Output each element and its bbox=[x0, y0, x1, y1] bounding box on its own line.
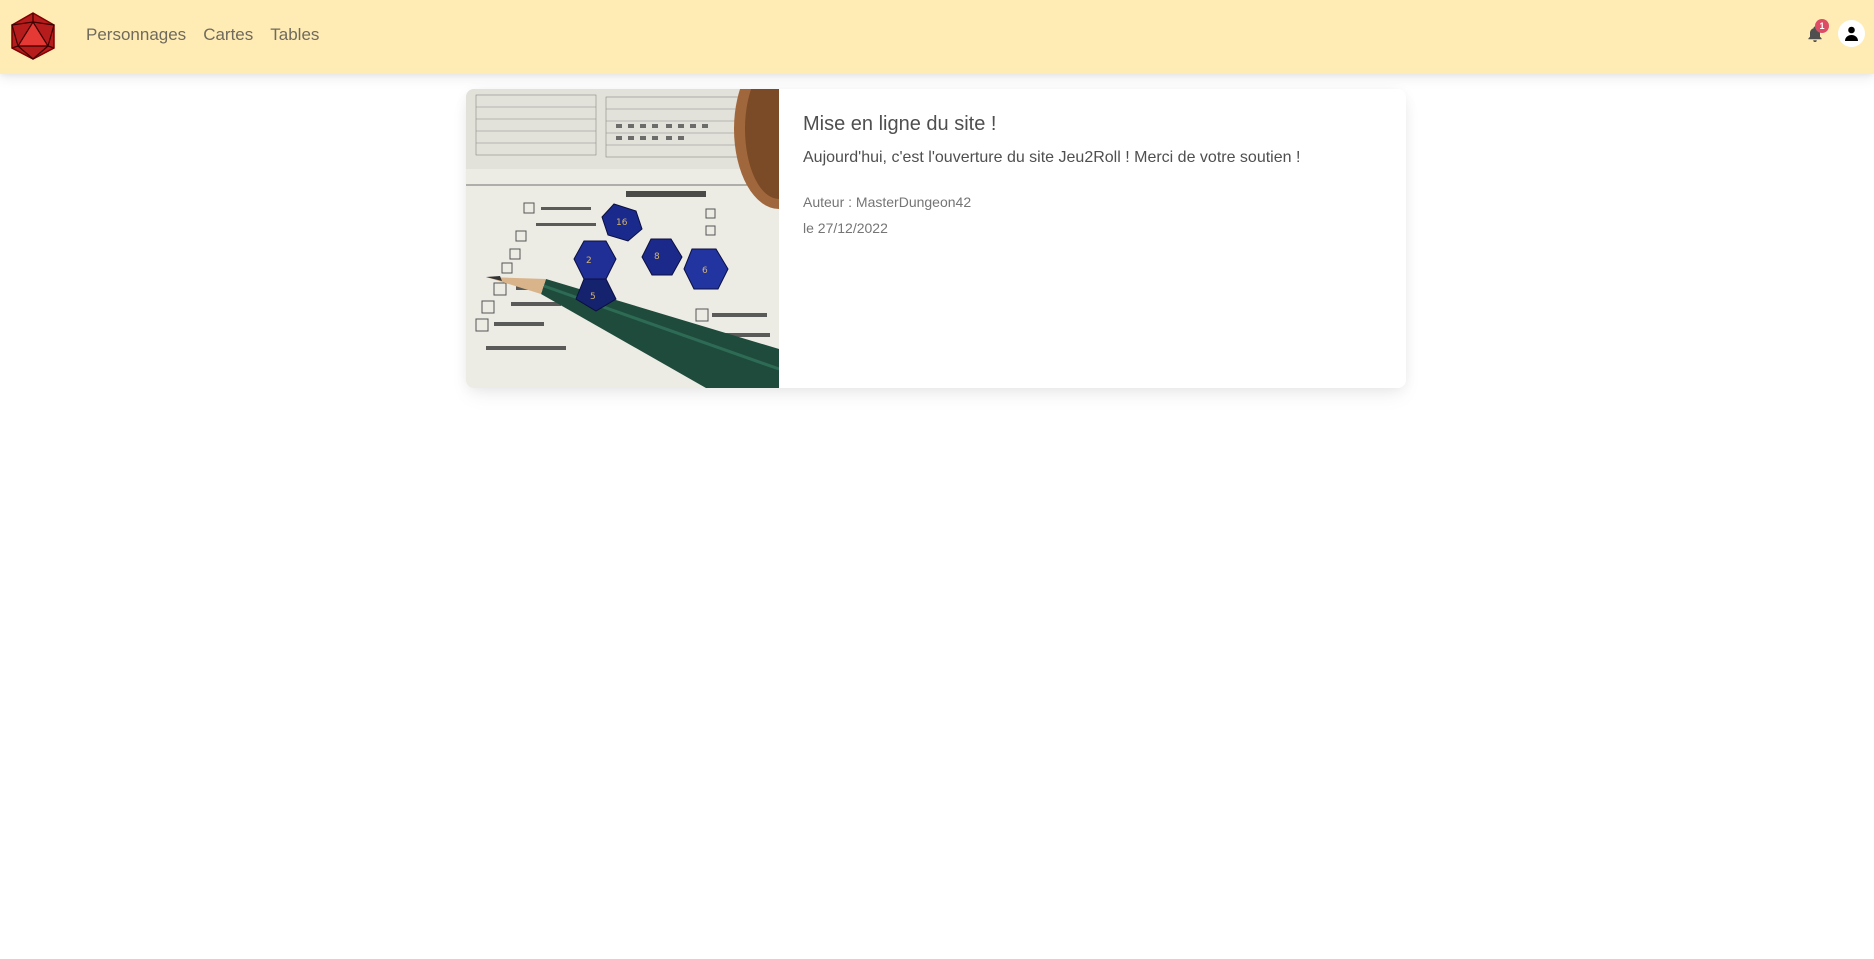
nav-link-cartes[interactable]: Cartes bbox=[203, 25, 253, 45]
user-menu-button[interactable] bbox=[1838, 20, 1865, 47]
nav-link-tables[interactable]: Tables bbox=[270, 25, 319, 45]
top-navbar: Personnages Cartes Tables 1 bbox=[0, 0, 1874, 74]
svg-text:2: 2 bbox=[586, 256, 592, 266]
news-author: Auteur : MasterDungeon42 bbox=[803, 194, 972, 210]
notification-count-badge: 1 bbox=[1815, 19, 1829, 33]
nav-link-personnages[interactable]: Personnages bbox=[86, 25, 186, 45]
dice-photo: 16 2 8 6 5 bbox=[466, 89, 779, 388]
user-icon bbox=[1845, 26, 1858, 41]
news-text: Aujourd'hui, c'est l'ouverture du site J… bbox=[803, 149, 1301, 166]
d20-logo-icon[interactable] bbox=[10, 12, 56, 60]
news-title: Mise en ligne du site ! bbox=[803, 113, 997, 135]
svg-text:8: 8 bbox=[654, 252, 660, 262]
news-card-body: Mise en ligne du site ! Aujourd'hui, c'e… bbox=[803, 111, 1383, 241]
news-date: le 27/12/2022 bbox=[803, 220, 888, 236]
main-nav: Personnages Cartes Tables bbox=[86, 0, 336, 69]
svg-text:6: 6 bbox=[702, 266, 708, 276]
svg-text:5: 5 bbox=[590, 292, 596, 302]
news-card: 16 2 8 6 5 Mise en ligne du site ! Aujou… bbox=[466, 89, 1406, 388]
svg-text:16: 16 bbox=[616, 218, 628, 228]
